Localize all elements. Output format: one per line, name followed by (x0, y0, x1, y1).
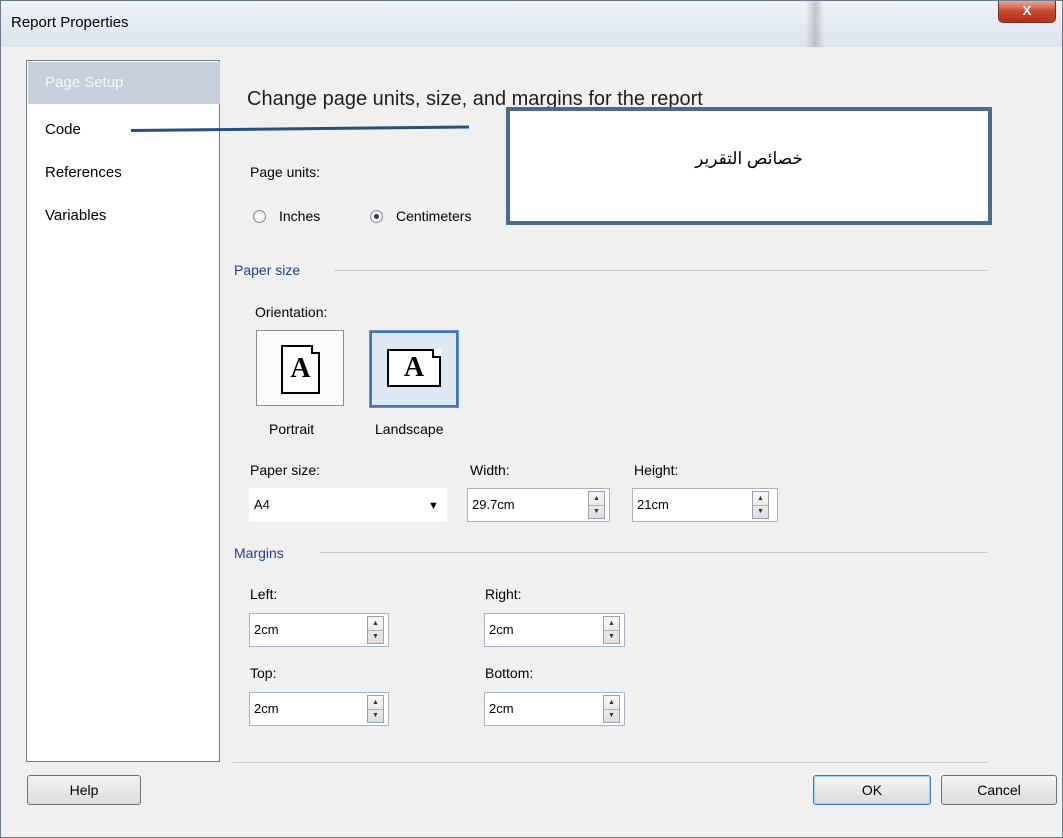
footer-divider (233, 762, 987, 763)
portrait-page-icon: A (281, 345, 320, 394)
sidebar-item-references[interactable]: References (28, 152, 220, 194)
close-icon: X (1022, 3, 1032, 18)
spin-up-icon[interactable]: ▲ (368, 617, 383, 631)
spin-down-icon[interactable]: ▼ (604, 630, 619, 643)
inches-label[interactable]: Inches (279, 208, 320, 224)
sidebar-item-page-setup[interactable]: Page Setup (28, 62, 220, 104)
spin-down-icon[interactable]: ▼ (753, 505, 768, 518)
orientation-label: Orientation: (255, 304, 328, 320)
spin-up-icon[interactable]: ▲ (589, 492, 604, 506)
report-properties-dialog: Report Properties X Page Setup Code Refe… (0, 0, 1063, 838)
titlebar-decoration (806, 1, 824, 47)
paper-size-dropdown[interactable]: A4 ▼ (249, 488, 447, 522)
paper-size-label: Paper size: (250, 462, 321, 478)
title-bar: Report Properties X (1, 1, 1062, 47)
sidebar-nav: Page Setup Code References Variables (26, 60, 220, 762)
bottom-margin-spinner[interactable]: ▲ ▼ (603, 695, 620, 723)
right-margin-spinner[interactable]: ▲ ▼ (603, 616, 620, 644)
bottom-margin-label: Bottom: (485, 665, 534, 681)
landscape-orientation-button[interactable]: A (369, 330, 459, 408)
help-button[interactable]: Help (27, 775, 141, 805)
landscape-page-icon: A (387, 349, 441, 387)
landscape-label: Landscape (375, 421, 444, 437)
spin-down-icon[interactable]: ▼ (604, 709, 619, 722)
window-title: Report Properties (11, 14, 129, 31)
width-label: Width: (470, 462, 510, 478)
cancel-button[interactable]: Cancel (941, 775, 1057, 805)
height-spinner[interactable]: ▲ ▼ (752, 491, 769, 519)
left-margin-spinner[interactable]: ▲ ▼ (367, 616, 384, 644)
page-units-label: Page units: (250, 164, 321, 180)
spin-up-icon[interactable]: ▲ (604, 617, 619, 631)
top-margin-spinner[interactable]: ▲ ▼ (367, 695, 384, 723)
height-label: Height: (634, 462, 679, 478)
spin-up-icon[interactable]: ▲ (368, 696, 383, 710)
spin-down-icon[interactable]: ▼ (368, 630, 383, 643)
portrait-orientation-button[interactable]: A (256, 330, 344, 406)
ok-button[interactable]: OK (813, 775, 931, 805)
inches-radio[interactable] (253, 210, 266, 223)
right-margin-label: Right: (485, 586, 522, 602)
top-margin-label: Top: (250, 665, 277, 681)
paper-size-divider (334, 270, 987, 271)
spin-up-icon[interactable]: ▲ (753, 492, 768, 506)
centimeters-radio[interactable] (370, 210, 383, 223)
spin-up-icon[interactable]: ▲ (604, 696, 619, 710)
spin-down-icon[interactable]: ▼ (589, 505, 604, 518)
paper-size-value: A4 (254, 497, 270, 512)
chevron-down-icon: ▼ (428, 500, 439, 512)
width-spinner[interactable]: ▲ ▼ (588, 491, 605, 519)
paper-size-section-heading: Paper size (234, 262, 301, 278)
spin-down-icon[interactable]: ▼ (368, 709, 383, 722)
centimeters-label[interactable]: Centimeters (396, 208, 471, 224)
annotation-callout: خصائص التقرير (506, 107, 992, 225)
annotation-text: خصائص التقرير (695, 149, 803, 168)
margins-divider (320, 552, 987, 553)
close-button[interactable]: X (998, 1, 1056, 23)
margins-section-heading: Margins (234, 545, 284, 561)
sidebar-item-variables[interactable]: Variables (28, 195, 220, 237)
left-margin-label: Left: (250, 586, 278, 602)
portrait-label: Portrait (269, 421, 315, 437)
